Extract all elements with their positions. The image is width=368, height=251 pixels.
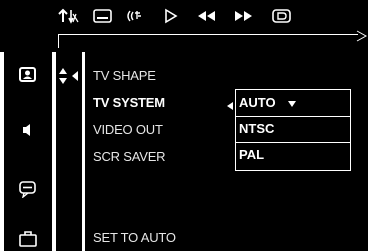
- option-auto-label: AUTO: [239, 95, 276, 110]
- option-ntsc[interactable]: NTSC: [236, 118, 350, 140]
- menu-item-set-to-auto[interactable]: SET TO AUTO: [93, 230, 176, 246]
- pointer-left-icon: [226, 98, 234, 116]
- display-icon[interactable]: [270, 8, 294, 24]
- toolbar-connector-line: [58, 34, 59, 48]
- chat-bubble-icon[interactable]: [16, 179, 40, 199]
- dropdown-divider: [236, 142, 350, 143]
- menu-item-tv-system[interactable]: TV SYSTEM: [93, 95, 165, 111]
- menu-item-video-out[interactable]: VIDEO OUT: [93, 122, 163, 138]
- sidebar: [4, 52, 52, 251]
- settings-menu: TV SHAPE TV SYSTEM VIDEO OUT SCR SAVER S…: [85, 52, 368, 251]
- tv-system-dropdown[interactable]: AUTO NTSC PAL: [235, 89, 351, 171]
- option-auto[interactable]: AUTO: [236, 92, 350, 114]
- up-down-arrow-icon[interactable]: [58, 66, 68, 91]
- speaker-icon[interactable]: [16, 120, 40, 140]
- fast-forward-icon[interactable]: [231, 8, 255, 24]
- option-pal[interactable]: PAL: [236, 144, 350, 166]
- top-toolbar: [0, 0, 368, 32]
- rewind-icon[interactable]: [195, 8, 219, 24]
- play-icon[interactable]: [162, 8, 180, 24]
- arrow-right-icon: [356, 29, 368, 47]
- dropdown-arrow-icon: [287, 93, 297, 115]
- menu-item-tv-shape[interactable]: TV SHAPE: [93, 68, 156, 84]
- subtitle-icon[interactable]: [92, 8, 114, 24]
- sort-audio-icon[interactable]: [58, 8, 80, 24]
- picture-setup-icon[interactable]: [16, 65, 40, 85]
- setup-panel: TV SHAPE TV SYSTEM VIDEO OUT SCR SAVER S…: [0, 52, 368, 251]
- dropdown-divider: [236, 116, 350, 117]
- toolbar-underline: [58, 34, 358, 35]
- audio-sound-icon[interactable]: [124, 8, 148, 24]
- selector-column: [56, 52, 82, 251]
- left-arrow-icon[interactable]: [70, 69, 80, 87]
- briefcase-icon[interactable]: [16, 228, 40, 248]
- menu-item-scr-saver[interactable]: SCR SAVER: [93, 149, 166, 165]
